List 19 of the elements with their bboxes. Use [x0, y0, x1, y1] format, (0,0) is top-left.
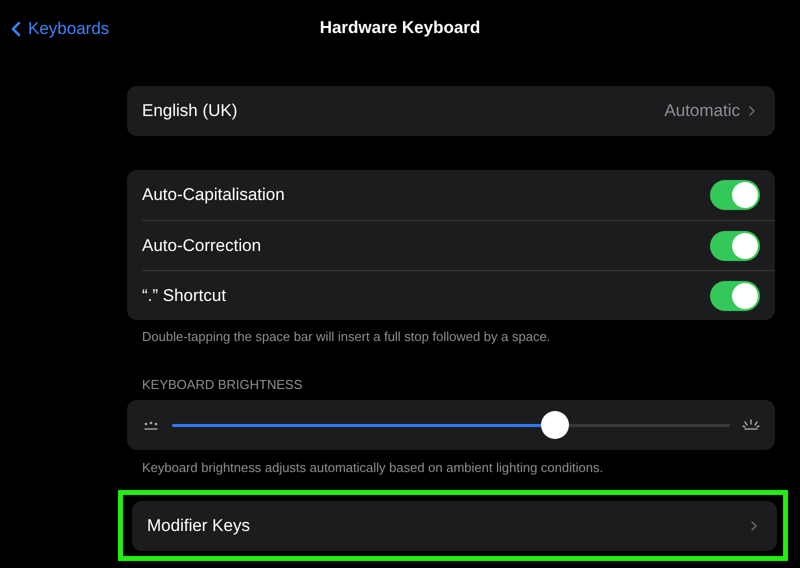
language-row[interactable]: English (UK) Automatic — [127, 86, 775, 136]
footer-note: Double-tapping the space bar will insert a full stop followed by a space. — [141, 328, 552, 346]
modifier-keys-row[interactable]: Modifier Keys — [132, 500, 777, 550]
setting-label: Auto-Correction — [142, 234, 262, 257]
language-label: English (UK) — [142, 100, 238, 122]
toggle-switch[interactable] — [710, 180, 760, 210]
bright-icon — [742, 419, 760, 431]
setting-label: “.” Shortcut — [142, 284, 226, 307]
section-header: KEYBOARD BRIGHTNESS — [141, 376, 304, 394]
setting-label: Auto-Capitalisation — [142, 184, 285, 206]
language-value: Automatic — [664, 100, 740, 122]
page-title: Hardware Keyboard — [320, 17, 480, 40]
brightness-slider[interactable] — [172, 411, 730, 439]
toggle-switch[interactable] — [710, 230, 760, 260]
back-link[interactable]: Keyboards — [4, 16, 110, 42]
footer-note: Keyboard brightness adjusts automatically based on ambient lighting conditions. — [141, 459, 604, 477]
toggle-switch[interactable] — [710, 280, 760, 310]
setting-label: Modifier Keys — [147, 514, 250, 537]
dim-icon — [142, 419, 160, 431]
